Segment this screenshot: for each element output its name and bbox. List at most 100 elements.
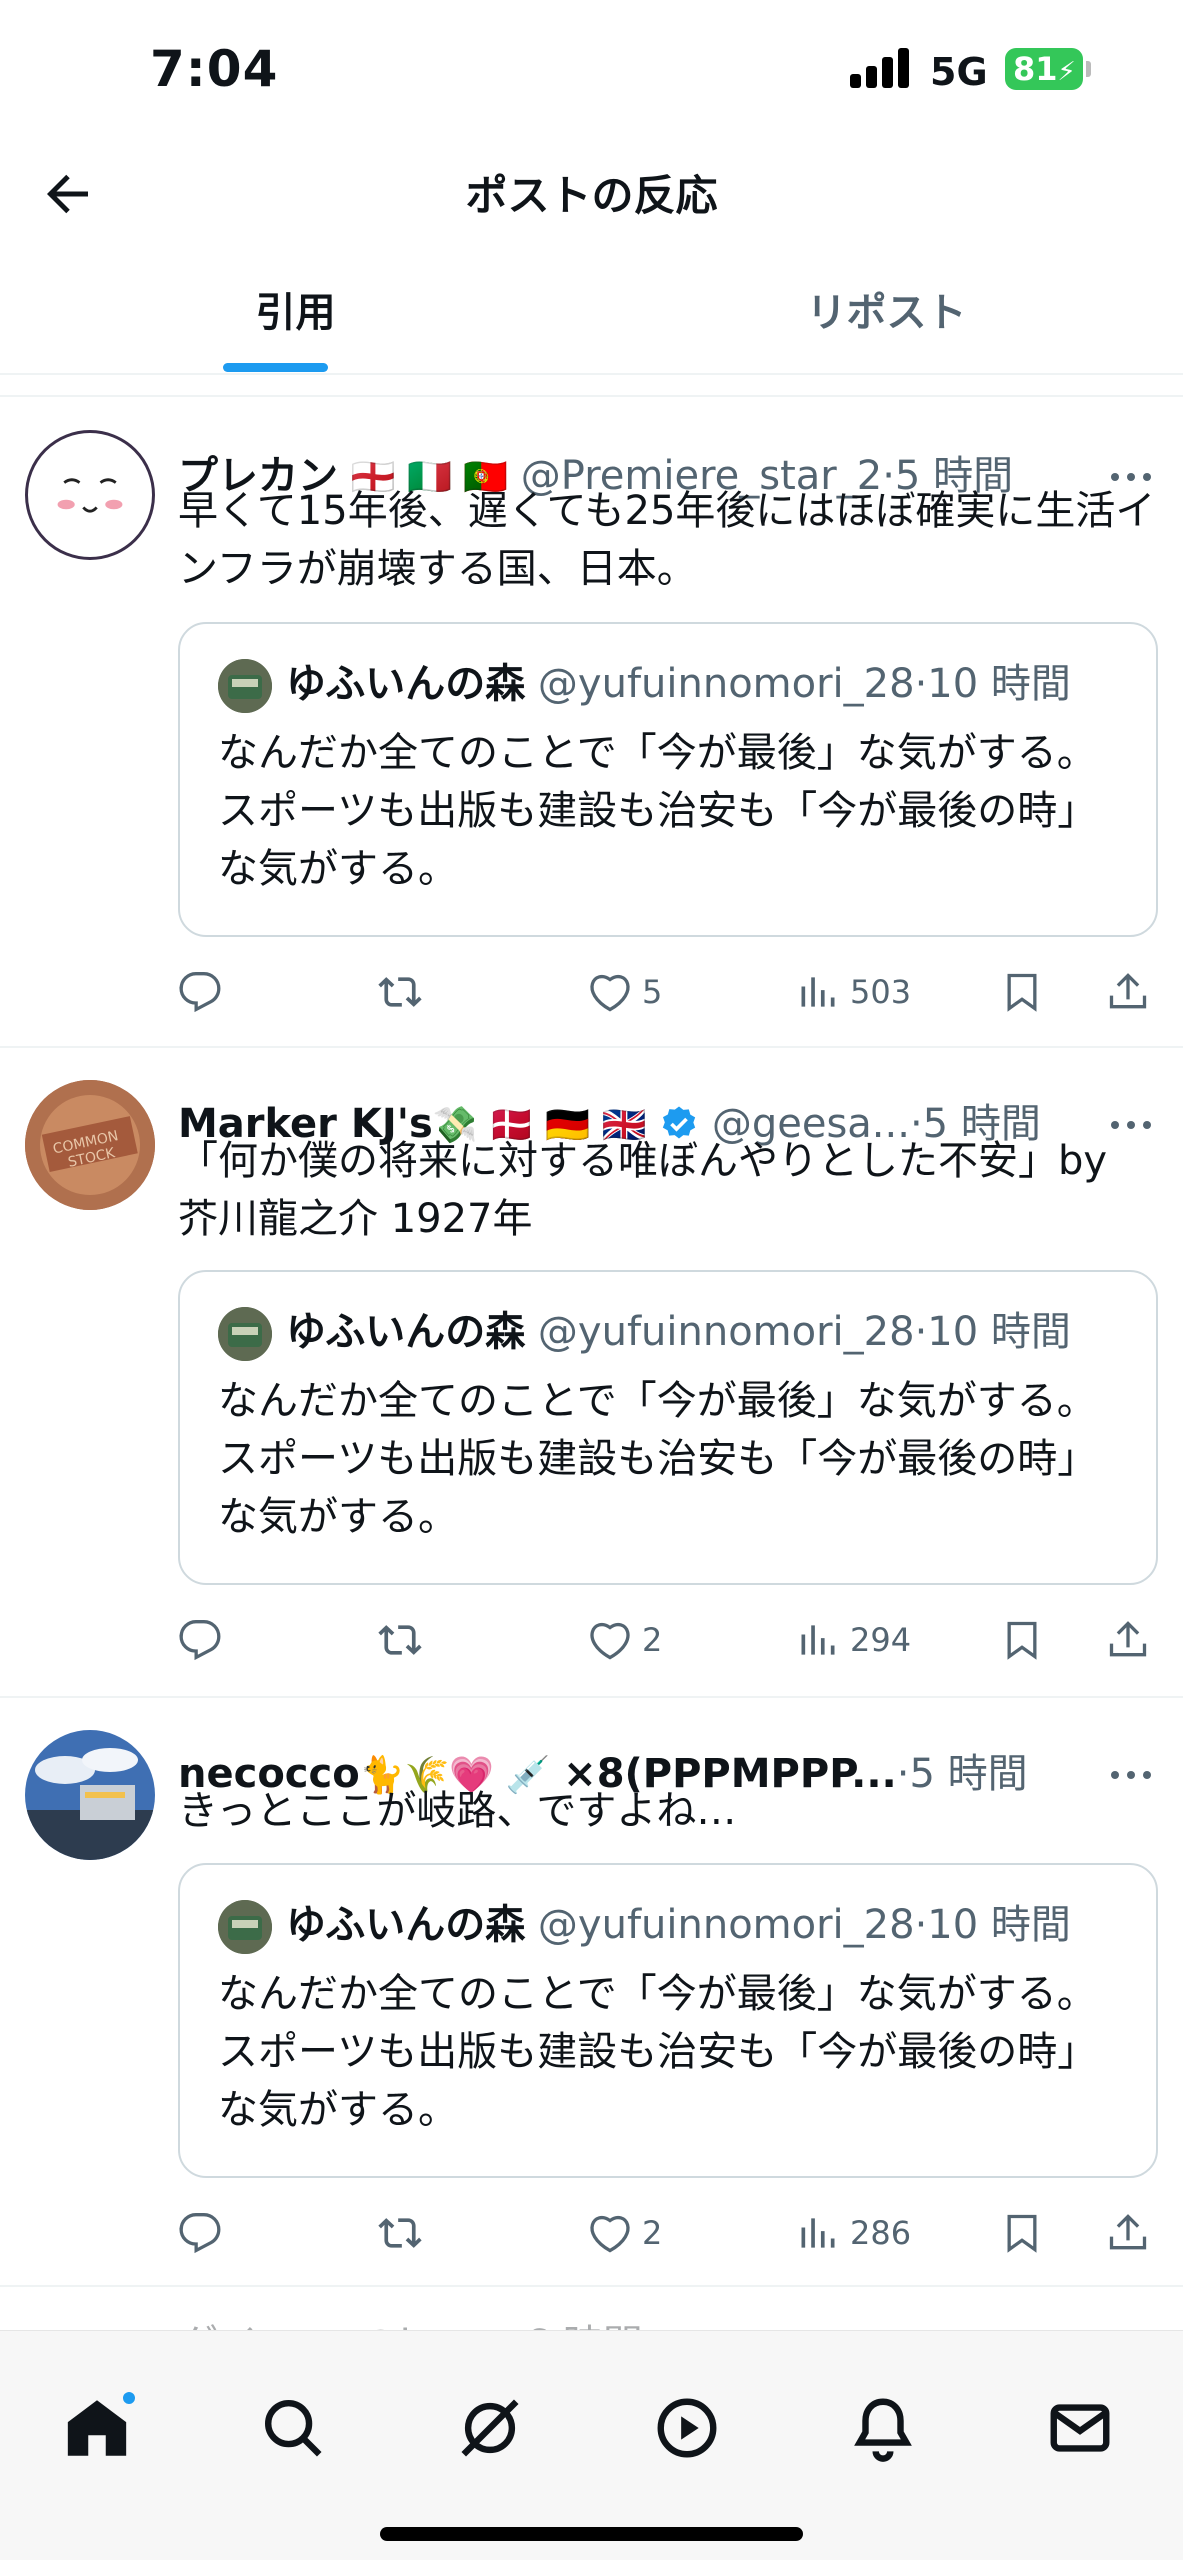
grok-icon	[461, 2399, 519, 2457]
like-button[interactable]: 5	[588, 962, 662, 1022]
quoted-header: ゆふいんの森 @yufuinnomori_28·10 時間	[218, 654, 1071, 714]
like-button[interactable]: 2	[588, 2203, 662, 2263]
bookmark-button[interactable]	[1000, 2203, 1044, 2263]
repost-button[interactable]	[378, 1610, 422, 1670]
quoted-handle: @yufuinnomori_28	[537, 661, 915, 707]
views-button[interactable]: 286	[796, 2203, 911, 2263]
like-icon	[590, 1622, 630, 1660]
search-icon	[265, 2400, 322, 2457]
battery-icon: 81⚡	[1005, 48, 1083, 90]
quoted-author: ゆふいんの森	[286, 1309, 526, 1355]
post-card[interactable]: COMMON STOCK Marker KJ's💸 🇩🇰 🇩🇪 🇬🇧 @gees…	[0, 1048, 1183, 1696]
more-options-icon[interactable]	[1109, 1766, 1153, 1779]
action-bar: 2 294	[178, 1610, 1168, 1670]
share-button[interactable]	[1106, 1610, 1150, 1670]
bookmark-icon	[1007, 973, 1037, 1012]
status-bar: 7:04 5G 81⚡	[0, 0, 1183, 140]
action-bar: 2 286	[178, 2203, 1168, 2263]
repost-icon	[378, 977, 422, 1007]
share-icon	[1109, 1621, 1147, 1657]
network-label: 5G	[930, 50, 988, 94]
share-icon	[1109, 973, 1147, 1009]
tab-bar: 引用 リポスト	[0, 250, 1183, 375]
video-tab[interactable]	[652, 2393, 722, 2463]
quoted-handle: @yufuinnomori_28	[537, 1902, 915, 1948]
repost-icon	[378, 2218, 422, 2248]
home-tab[interactable]	[62, 2389, 138, 2463]
view-count: 294	[850, 1621, 912, 1659]
post-card[interactable]: プレカン 🏴󠁧󠁢󠁥󠁮󠁧󠁿 🇮🇹 🇵🇹 @Premiere_star_2·5 時間…	[0, 400, 1183, 1045]
messages-tab[interactable]	[1045, 2393, 1115, 2463]
like-icon	[590, 974, 630, 1012]
bookmark-button[interactable]	[1000, 962, 1044, 1022]
search-tab[interactable]	[258, 2393, 328, 2463]
notification-dot	[120, 2389, 138, 2407]
tab-indicator	[223, 363, 328, 372]
page-title: ポストの反応	[465, 171, 718, 220]
view-count: 286	[850, 2214, 912, 2252]
share-icon	[1109, 2214, 1147, 2250]
views-button[interactable]: 294	[796, 1610, 911, 1670]
avatar[interactable]	[25, 1730, 155, 1860]
bookmark-button[interactable]	[1000, 1610, 1044, 1670]
more-options-icon[interactable]	[1109, 468, 1153, 481]
reply-button[interactable]	[178, 962, 222, 1022]
reply-button[interactable]	[178, 1610, 222, 1670]
top-bar: ポストの反応	[0, 140, 1183, 250]
quoted-text: なんだか全てのことで「今が最後」な気がする。スポーツも出版も建設も治安も「今が最…	[218, 1378, 1098, 1540]
quoted-avatar	[218, 1307, 272, 1361]
like-icon	[590, 2215, 630, 2253]
views-icon	[801, 2218, 835, 2248]
repost-icon	[378, 1625, 422, 1655]
views-button[interactable]: 503	[796, 962, 911, 1022]
separator-dot: ·	[914, 1309, 928, 1355]
repost-button[interactable]	[378, 962, 422, 1022]
quoted-post[interactable]: ゆふいんの森 @yufuinnomori_28·10 時間 なんだか全てのことで…	[178, 622, 1158, 937]
repost-button[interactable]	[378, 2203, 422, 2263]
quoted-post[interactable]: ゆふいんの森 @yufuinnomori_28·10 時間 なんだか全てのことで…	[178, 1270, 1158, 1585]
like-button[interactable]: 2	[588, 1610, 662, 1670]
bookmark-icon	[1007, 2214, 1037, 2253]
quoted-avatar	[218, 659, 272, 713]
views-icon	[801, 977, 835, 1007]
quoted-author: ゆふいんの森	[286, 1902, 526, 1948]
tab-reposts[interactable]: リポスト	[591, 280, 1182, 338]
share-button[interactable]	[1106, 962, 1150, 1022]
home-indicator[interactable]	[380, 2527, 803, 2541]
reply-icon	[179, 2213, 221, 2254]
separator-dot: ·	[914, 661, 928, 707]
quoted-header: ゆふいんの森 @yufuinnomori_28·10 時間	[218, 1302, 1071, 1362]
divider	[0, 2285, 1183, 2287]
quoted-author: ゆふいんの森	[286, 661, 526, 707]
view-count: 503	[850, 973, 912, 1011]
avatar[interactable]	[25, 430, 155, 560]
battery-level: 81	[1013, 50, 1058, 88]
more-options-icon[interactable]	[1109, 1116, 1153, 1129]
quoted-post[interactable]: ゆふいんの森 @yufuinnomori_28·10 時間 なんだか全てのことで…	[178, 1863, 1158, 2178]
action-bar: 5 503	[178, 962, 1168, 1022]
share-button[interactable]	[1106, 2203, 1150, 2263]
post-text: 「何か僕の将来に対する唯ぼんやりとした不安」by 芥川龍之介 1927年	[178, 1138, 1108, 1242]
avatar[interactable]: COMMON STOCK	[25, 1080, 155, 1210]
quoted-time: 10 時間	[927, 1902, 1071, 1948]
bottom-navigation	[0, 2330, 1183, 2560]
bookmark-icon	[1007, 1621, 1037, 1660]
notifications-tab[interactable]	[848, 2393, 918, 2463]
like-count: 2	[642, 2214, 663, 2252]
quoted-avatar	[218, 1900, 272, 1954]
post-text: きっとここが岐路、ですよね…	[178, 1788, 737, 1834]
divider	[0, 395, 1183, 397]
grok-tab[interactable]	[455, 2393, 525, 2463]
quoted-handle: @yufuinnomori_28	[537, 1309, 915, 1355]
video-icon	[657, 2398, 717, 2458]
status-time: 7:04	[150, 40, 279, 98]
quoted-text: なんだか全てのことで「今が最後」な気がする。スポーツも出版も建設も治安も「今が最…	[218, 730, 1098, 892]
tab-quotes[interactable]: 引用	[0, 280, 591, 338]
reply-icon	[179, 972, 221, 1013]
post-text: 早くて15年後、遅くても25年後にはほぼ確実に生活インフラが崩壊する国、日本。	[178, 488, 1156, 592]
signal-icon	[850, 48, 912, 88]
post-card[interactable]: necocco🐈🌾💗 💉 ×8(PPPMPPP...·5 時間 きっとここが岐路…	[0, 1698, 1183, 2288]
reply-button[interactable]	[178, 2203, 222, 2263]
quoted-time: 10 時間	[927, 1309, 1071, 1355]
separator-dot: ·	[914, 1902, 928, 1948]
